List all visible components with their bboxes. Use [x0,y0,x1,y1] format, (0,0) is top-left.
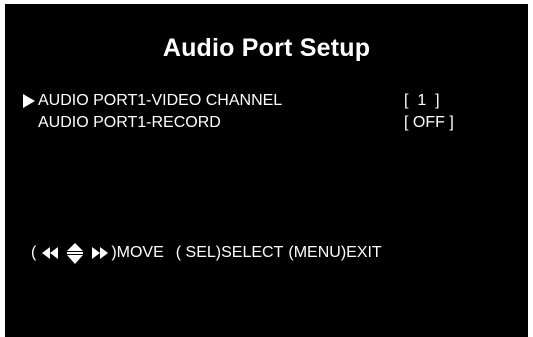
hint-move: )MOVE [111,244,164,261]
menu-item-label: AUDIO PORT1-RECORD [38,114,221,131]
direction-arrows-icon [42,243,109,264]
hint-exit: (MENU)EXIT [288,244,382,261]
menu-item-value[interactable]: [ OFF ] [404,113,454,133]
key-hint-bar: ( )MOVE ( SEL)SELECT (MENU)EXIT [31,240,382,266]
selection-cursor-icon [23,94,35,108]
menu-item-value[interactable]: [ 1 ] [404,91,440,111]
osd-screen: Audio Port Setup AUDIO PORT1-VIDEO CHANN… [4,4,529,337]
menu-item-record[interactable]: AUDIO PORT1-RECORD [ OFF ] [5,113,528,133]
hint-open-paren: ( [31,244,37,261]
page-title: Audio Port Setup [162,34,371,62]
menu-item-video-channel[interactable]: AUDIO PORT1-VIDEO CHANNEL [ 1 ] [5,91,528,111]
menu-item-label: AUDIO PORT1-VIDEO CHANNEL [38,92,283,109]
hint-select: ( SEL)SELECT [175,244,284,261]
